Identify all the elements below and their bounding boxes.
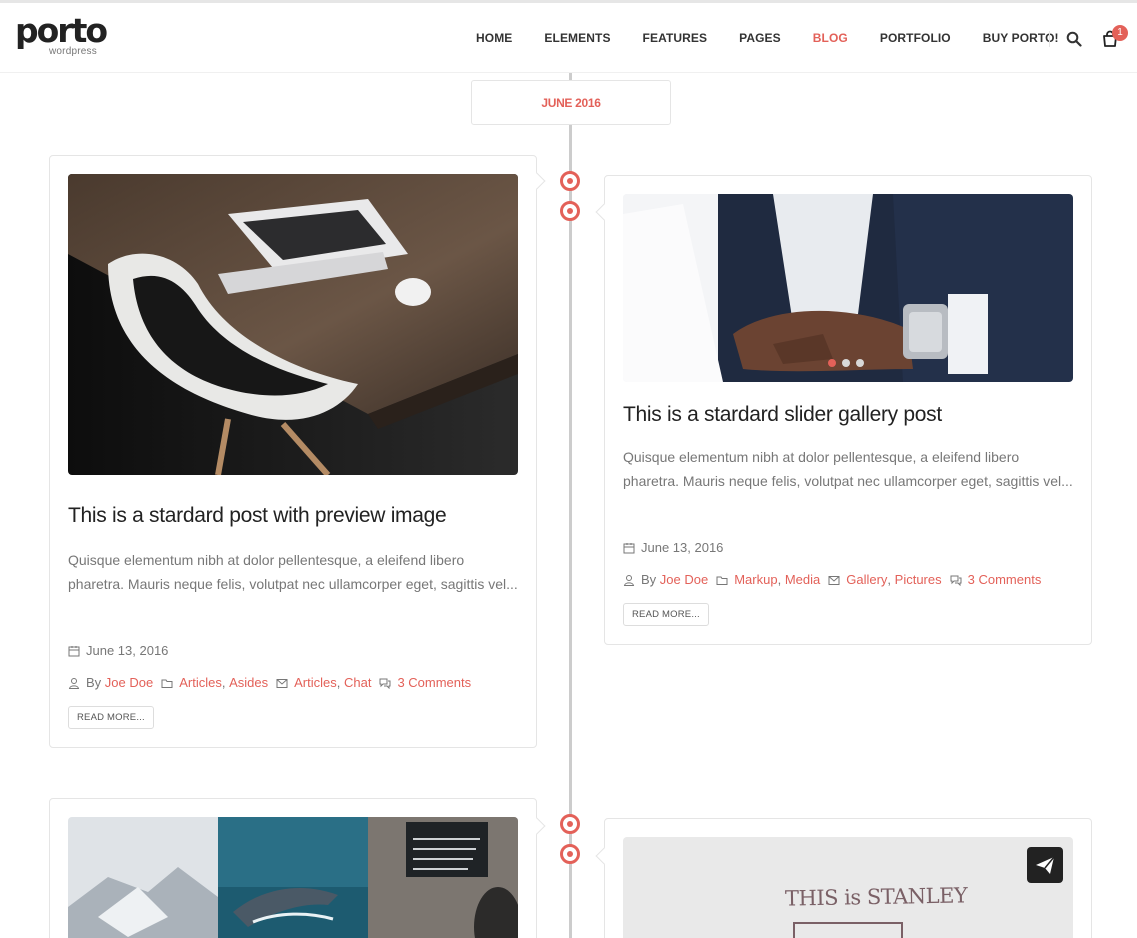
logo-wordmark: porto bbox=[15, 11, 108, 50]
post-preview-image[interactable] bbox=[68, 174, 518, 475]
post-tag-link[interactable]: Gallery bbox=[846, 572, 887, 587]
post-date-text: June 13, 2016 bbox=[86, 643, 169, 658]
nav-blog[interactable]: BLOG bbox=[797, 31, 864, 45]
folder-icon bbox=[716, 576, 728, 585]
post-date: June 13, 2016 bbox=[68, 643, 168, 658]
timeline-dot bbox=[560, 201, 580, 221]
post-author-link[interactable]: Joe Doe bbox=[660, 572, 708, 587]
post-category-link[interactable]: Asides bbox=[229, 675, 268, 690]
nav-elements[interactable]: ELEMENTS bbox=[528, 31, 626, 45]
post-date: June 13, 2016 bbox=[623, 540, 723, 555]
comments-icon bbox=[950, 575, 962, 586]
slider-dot[interactable] bbox=[856, 359, 864, 367]
nav-buy-porto[interactable]: BUY PORTO! bbox=[967, 31, 1075, 45]
nav-home[interactable]: HOME bbox=[460, 31, 528, 45]
post-tag-link[interactable]: Chat bbox=[344, 675, 371, 690]
post-card-arrow bbox=[528, 817, 546, 835]
post-meta: By Joe Doe Markup, Media Gallery, Pictur… bbox=[623, 572, 1041, 587]
calendar-icon bbox=[623, 542, 635, 553]
timeline-month-label: JUNE 2016 bbox=[471, 80, 671, 125]
read-more-button[interactable]: READ MORE... bbox=[68, 706, 154, 729]
post-by-label: By bbox=[86, 675, 102, 690]
nav-portfolio[interactable]: PORTFOLIO bbox=[864, 31, 967, 45]
post-comments-link[interactable]: 3 Comments bbox=[397, 675, 471, 690]
post-gallery[interactable] bbox=[68, 817, 518, 938]
search-icon[interactable] bbox=[1066, 31, 1082, 47]
user-icon bbox=[68, 677, 80, 689]
post-card-arrow bbox=[595, 847, 613, 865]
post-excerpt: Quisque elementum nibh at dolor pellente… bbox=[68, 552, 518, 592]
post-slider[interactable] bbox=[623, 194, 1073, 382]
post-tag-link[interactable]: Pictures bbox=[895, 572, 942, 587]
folder-icon bbox=[161, 679, 173, 688]
nav-divider bbox=[1049, 31, 1050, 47]
post-author-link[interactable]: Joe Doe bbox=[105, 675, 153, 690]
nav-pages[interactable]: PAGES bbox=[723, 31, 797, 45]
post-card-arrow bbox=[595, 203, 613, 221]
logo[interactable]: porto wordpress bbox=[15, 11, 108, 57]
paper-plane-icon bbox=[1036, 856, 1055, 874]
sketch-frame bbox=[793, 922, 903, 938]
post-date-text: June 13, 2016 bbox=[641, 540, 724, 555]
post-title[interactable]: This is a stardard slider gallery post bbox=[623, 403, 942, 427]
post-tag-link[interactable]: Articles bbox=[294, 675, 337, 690]
slider-pagination bbox=[828, 359, 864, 367]
post-card bbox=[49, 798, 546, 938]
stanley-image-text: THIS is STANLEY bbox=[784, 883, 968, 911]
read-more-button[interactable]: READ MORE... bbox=[623, 603, 709, 626]
calendar-icon bbox=[68, 645, 80, 656]
main-nav: HOME ELEMENTS FEATURES PAGES BLOG PORTFO… bbox=[460, 3, 1075, 73]
post-category-link[interactable]: Media bbox=[785, 572, 820, 587]
timeline-dot bbox=[560, 844, 580, 864]
post-card-arrow bbox=[528, 172, 546, 190]
post-category-link[interactable]: Articles bbox=[179, 675, 222, 690]
post-format-button[interactable] bbox=[1027, 847, 1063, 883]
slider-dot[interactable] bbox=[842, 359, 850, 367]
post-category-link[interactable]: Markup bbox=[734, 572, 777, 587]
cart-count-badge: 1 bbox=[1112, 25, 1128, 41]
timeline-dot bbox=[560, 814, 580, 834]
envelope-icon bbox=[828, 575, 840, 585]
post-excerpt: Quisque elementum nibh at dolor pellente… bbox=[623, 449, 1073, 489]
post-by-label: By bbox=[641, 572, 657, 587]
envelope-icon bbox=[276, 678, 288, 688]
comments-icon bbox=[379, 678, 391, 689]
post-card: This is a stardard post with preview ima… bbox=[49, 155, 546, 748]
timeline-dot bbox=[560, 171, 580, 191]
nav-features[interactable]: FEATURES bbox=[627, 31, 724, 45]
post-image-stanley[interactable]: THIS is STANLEY bbox=[623, 837, 1073, 938]
post-comments-link[interactable]: 3 Comments bbox=[968, 572, 1042, 587]
site-header: porto wordpress HOME ELEMENTS FEATURES P… bbox=[0, 3, 1137, 73]
slider-dot[interactable] bbox=[828, 359, 836, 367]
logo-subtitle: wordpress bbox=[49, 46, 97, 57]
user-icon bbox=[623, 574, 635, 586]
post-meta: By Joe Doe Articles, Asides Articles, Ch… bbox=[68, 675, 471, 690]
post-card: THIS is STANLEY bbox=[595, 818, 1092, 938]
post-card: This is a stardard slider gallery post Q… bbox=[595, 175, 1092, 645]
post-title[interactable]: This is a stardard post with preview ima… bbox=[68, 504, 447, 528]
